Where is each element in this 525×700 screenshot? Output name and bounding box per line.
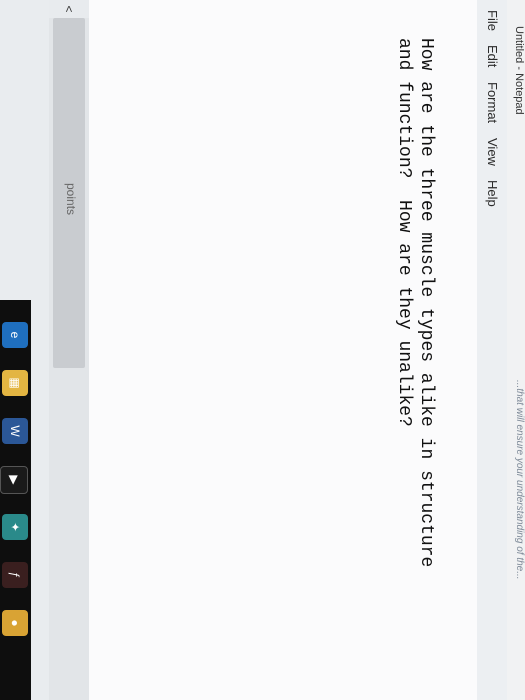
menu-view[interactable]: View [485, 138, 500, 166]
menu-edit[interactable]: Edit [485, 45, 500, 67]
word-icon[interactable]: W [2, 418, 28, 444]
menu-format[interactable]: Format [485, 82, 500, 123]
menu-bar: File Edit Format View Help [476, 0, 507, 700]
ie-icon[interactable]: e [2, 322, 28, 348]
menu-file[interactable]: File [485, 10, 500, 31]
window-titlebar: Untitled - Notepad ...that will ensure y… [507, 0, 525, 700]
store-icon[interactable]: ✦ [2, 514, 28, 540]
taskbar: e ▦ W ▶ ✦ ƒ ● [0, 300, 31, 700]
chrome-icon[interactable]: ● [2, 610, 28, 636]
menu-help[interactable]: Help [485, 180, 500, 207]
screen: Untitled - Notepad ...that will ensure y… [0, 0, 525, 700]
media-icon[interactable]: ▶ [0, 466, 28, 494]
text-editor[interactable]: How are the three muscle types alike in … [89, 0, 477, 700]
scroll-left-arrow[interactable]: < [49, 0, 89, 18]
firefox-icon[interactable]: ƒ [2, 562, 28, 588]
window-title: Untitled - Notepad [513, 26, 525, 115]
editor-text[interactable]: How are the three muscle types alike in … [393, 38, 437, 678]
background-page-text: ...that will ensure your understanding o… [514, 380, 525, 580]
points-label: points [64, 183, 78, 216]
files-icon[interactable]: ▦ [2, 370, 28, 396]
